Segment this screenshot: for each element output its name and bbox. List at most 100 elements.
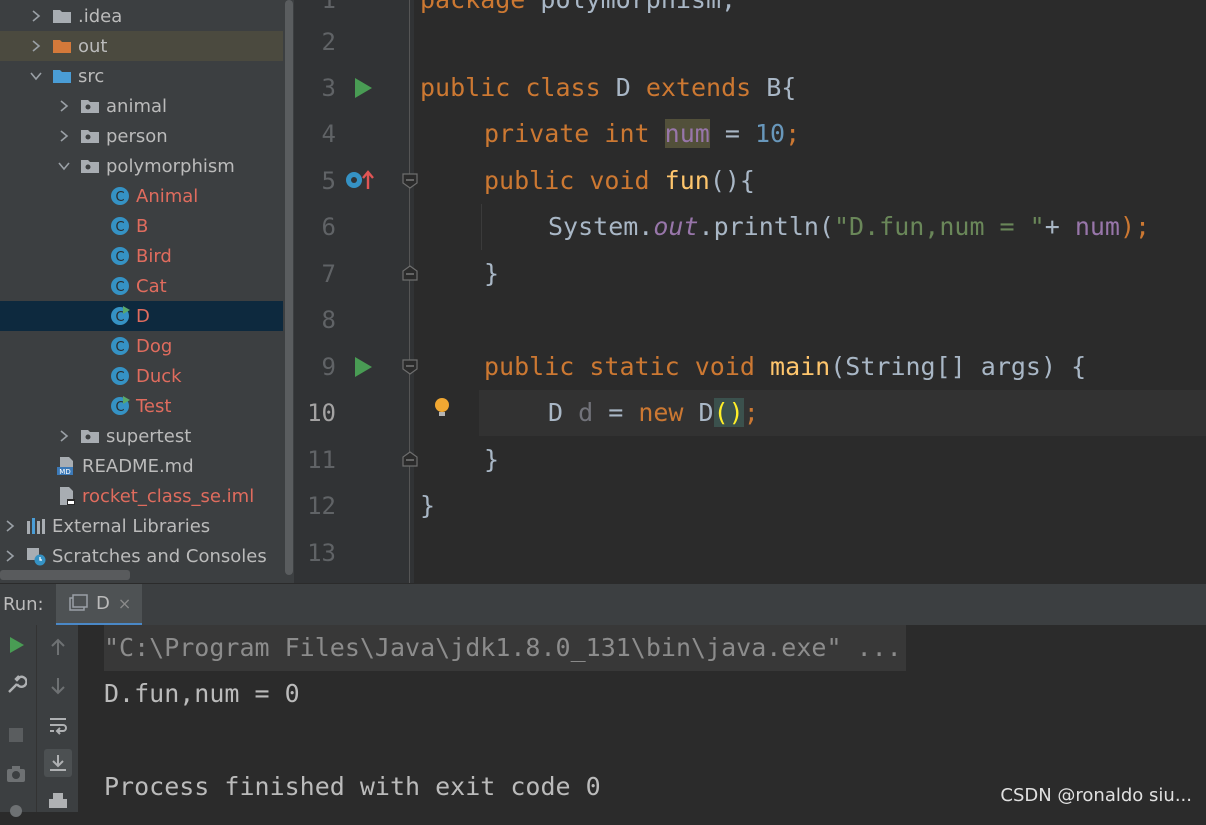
code-editor[interactable]: 1 2 3 4 5 6 7 8 9 10 11 12 13 package po… bbox=[294, 0, 1206, 583]
tree-item-label: README.md bbox=[82, 455, 194, 477]
package-icon bbox=[80, 126, 100, 146]
chevron-right-icon[interactable] bbox=[56, 421, 72, 451]
tree-item-iml[interactable]: rocket_class_se.iml bbox=[0, 481, 294, 511]
code-line-1[interactable]: package polymorphism; bbox=[420, 0, 736, 23]
code-line-3[interactable]: public class D extends B{ bbox=[420, 65, 796, 111]
line-number: 11 bbox=[307, 446, 336, 474]
run-tab-d[interactable]: D × bbox=[56, 584, 142, 626]
tree-item-class-duck[interactable]: C Duck bbox=[0, 361, 294, 391]
scratches-icon bbox=[26, 546, 46, 566]
tree-horizontal-scrollbar[interactable] bbox=[0, 570, 130, 580]
tree-item-polymorphism[interactable]: polymorphism bbox=[0, 151, 294, 181]
chevron-right-icon[interactable] bbox=[2, 511, 18, 541]
tree-item-animal[interactable]: animal bbox=[0, 91, 294, 121]
code-line-6[interactable]: System.out.println("D.fun,num = "+ num); bbox=[548, 204, 1150, 250]
tree-item-class-animal[interactable]: C Animal bbox=[0, 181, 294, 211]
soft-wrap-button[interactable] bbox=[44, 711, 72, 739]
settings-button[interactable] bbox=[2, 670, 30, 698]
libraries-icon bbox=[26, 516, 46, 536]
run-class-icon[interactable] bbox=[352, 77, 374, 99]
tree-item-label: Bird bbox=[136, 245, 172, 267]
arrow-down-icon bbox=[51, 678, 65, 695]
pin-icon bbox=[10, 805, 22, 817]
run-main-icon[interactable] bbox=[352, 356, 374, 378]
tree-item-label: External Libraries bbox=[52, 515, 211, 537]
tree-item-src[interactable]: src bbox=[0, 61, 294, 91]
line-number-current: 10 bbox=[307, 399, 336, 427]
scroll-up-button[interactable] bbox=[44, 633, 72, 661]
class-icon: C bbox=[110, 246, 130, 266]
field-num[interactable]: num bbox=[664, 119, 710, 148]
stop-button[interactable] bbox=[2, 721, 30, 749]
tree-item-class-test[interactable]: C Test bbox=[0, 391, 294, 421]
package-icon bbox=[80, 156, 100, 176]
pin-button[interactable] bbox=[2, 797, 30, 825]
tree-item-label: Cat bbox=[136, 275, 167, 297]
tree-item-class-b[interactable]: C B bbox=[0, 211, 294, 241]
line-number: 7 bbox=[321, 260, 336, 288]
chevron-right-icon[interactable] bbox=[28, 1, 44, 31]
caret-parens: () bbox=[713, 398, 744, 427]
code-line-11[interactable]: } bbox=[484, 437, 499, 483]
tree-item-idea[interactable]: .idea bbox=[0, 1, 294, 31]
run-tool-window-header: Run: D × bbox=[0, 583, 1206, 626]
tree-item-label: Scratches and Consoles bbox=[52, 545, 267, 567]
tree-item-person[interactable]: person bbox=[0, 121, 294, 151]
tree-item-readme[interactable]: MD README.md bbox=[0, 451, 294, 481]
scroll-down-button[interactable] bbox=[44, 672, 72, 700]
code-line-7[interactable]: } bbox=[484, 251, 499, 297]
code-line-4[interactable]: private int num = 10; bbox=[484, 111, 800, 157]
screenshot-button[interactable] bbox=[2, 760, 30, 788]
tree-item-out[interactable]: out bbox=[0, 31, 294, 61]
chevron-right-icon[interactable] bbox=[2, 541, 18, 571]
wrench-icon bbox=[8, 675, 27, 693]
close-icon[interactable]: × bbox=[118, 594, 131, 613]
folder-icon bbox=[52, 6, 72, 26]
rerun-button[interactable] bbox=[2, 631, 30, 659]
lightbulb-icon[interactable] bbox=[431, 396, 453, 418]
chevron-right-icon[interactable] bbox=[56, 121, 72, 151]
folder-orange-icon bbox=[52, 36, 72, 56]
class-icon: C bbox=[110, 186, 130, 206]
tree-scrollbar-thumb[interactable] bbox=[285, 0, 293, 575]
chevron-down-icon[interactable] bbox=[56, 151, 72, 181]
tree-item-class-cat[interactable]: C Cat bbox=[0, 271, 294, 301]
watermark-text: CSDN @ronaldo siu... bbox=[1000, 785, 1192, 806]
tree-item-label: person bbox=[106, 125, 168, 147]
chevron-right-icon[interactable] bbox=[56, 91, 72, 121]
fold-end-icon[interactable] bbox=[402, 265, 418, 281]
chevron-right-icon[interactable] bbox=[28, 31, 44, 61]
stop-icon bbox=[9, 728, 23, 742]
console-output-line: D.fun,num = 0 bbox=[104, 679, 300, 708]
code-line-5[interactable]: public void fun(){ bbox=[484, 158, 755, 204]
project-tree: .idea out src animal person polymorphism… bbox=[0, 0, 294, 583]
tree-item-class-dog[interactable]: C Dog bbox=[0, 331, 294, 361]
fold-collapse-icon[interactable] bbox=[402, 173, 418, 189]
markdown-file-icon: MD bbox=[56, 456, 76, 476]
tree-item-class-d[interactable]: C D bbox=[0, 301, 294, 331]
scroll-to-end-button[interactable] bbox=[44, 749, 72, 777]
code-line-12[interactable]: } bbox=[420, 483, 435, 529]
fold-end-icon[interactable] bbox=[402, 451, 418, 467]
tree-item-class-bird[interactable]: C Bird bbox=[0, 241, 294, 271]
overrides-method-icon[interactable] bbox=[344, 169, 376, 191]
class-icon: C bbox=[110, 336, 130, 356]
tree-item-label: Dog bbox=[136, 335, 173, 357]
tree-item-scratches[interactable]: Scratches and Consoles bbox=[0, 541, 294, 571]
printer-icon bbox=[49, 793, 67, 808]
tree-item-external-libraries[interactable]: External Libraries bbox=[0, 511, 294, 541]
fold-collapse-icon[interactable] bbox=[402, 359, 418, 375]
code-line-10[interactable]: D d = new D(); bbox=[548, 390, 759, 436]
gutter-divider bbox=[409, 0, 410, 583]
indent-guide bbox=[481, 204, 482, 250]
line-number: 5 bbox=[321, 167, 336, 195]
tree-item-label: Duck bbox=[136, 365, 182, 387]
console-output-line: Process finished with exit code 0 bbox=[104, 772, 601, 801]
run-label: Run: bbox=[3, 594, 44, 615]
code-line-9[interactable]: public static void main(String[] args) { bbox=[484, 344, 1086, 390]
tree-item-supertest[interactable]: supertest bbox=[0, 421, 294, 451]
svg-text:C: C bbox=[115, 280, 124, 295]
run-toolbar-secondary bbox=[36, 625, 79, 812]
console-output[interactable]: "C:\Program Files\Java\jdk1.8.0_131\bin\… bbox=[78, 625, 1206, 812]
chevron-down-icon[interactable] bbox=[28, 61, 44, 91]
